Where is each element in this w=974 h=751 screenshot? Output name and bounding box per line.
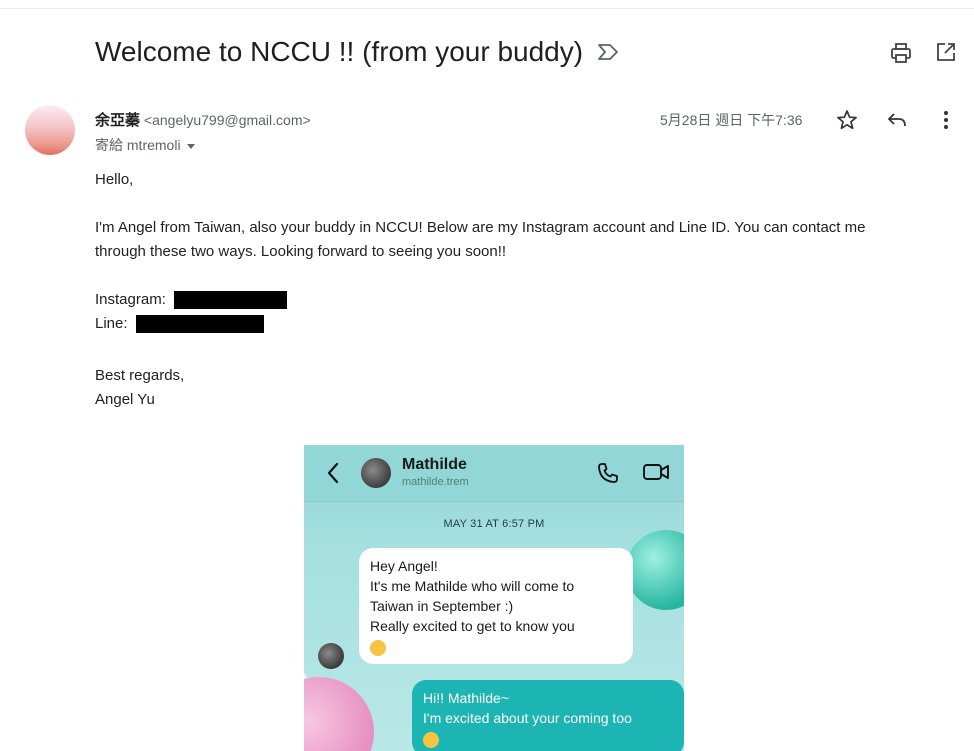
instagram-label: Instagram: xyxy=(95,291,166,308)
star-icon[interactable] xyxy=(835,108,859,132)
redacted-instagram-id xyxy=(174,291,288,310)
contact-name: Mathilde xyxy=(402,456,467,473)
email-signature: Angel Yu xyxy=(95,391,155,408)
outgoing-message-bubble: Hi!! Mathilde~ I'm excited about your co… xyxy=(412,680,684,751)
message-timestamp: MAY 31 AT 6:57 PM xyxy=(443,518,545,530)
header-divider xyxy=(0,8,974,9)
print-icon[interactable] xyxy=(890,42,912,64)
message-line: Taiwan in September :) xyxy=(370,598,514,614)
line-label: Line: xyxy=(95,315,128,332)
recipient-label: 寄給 mtremoli xyxy=(95,137,181,153)
contact-handle: mathilde.trem xyxy=(402,476,469,488)
lollipop-decoration xyxy=(304,677,374,751)
email-date: 5月28日 週日 下午7:36 xyxy=(660,112,803,128)
sender-email: <angelyu799@gmail.com> xyxy=(143,112,311,128)
email-subject: Welcome to NCCU !! (from your buddy) xyxy=(95,36,584,67)
line-row: Line: xyxy=(95,312,264,336)
chat-header: Mathilde mathilde.trem xyxy=(304,445,684,502)
message-sender-avatar xyxy=(318,643,344,669)
lollipop-decoration xyxy=(626,530,684,610)
recipient-details[interactable]: 寄給 mtremoli xyxy=(95,135,195,155)
video-call-icon xyxy=(643,464,669,480)
redacted-line-id xyxy=(135,315,264,334)
open-in-new-window-icon[interactable] xyxy=(936,42,956,62)
message-line: I'm excited about your coming too xyxy=(423,710,632,726)
message-line: Hey Angel! xyxy=(370,558,438,574)
grinning-emoji-icon xyxy=(423,732,439,749)
reply-icon[interactable] xyxy=(886,110,908,130)
message-line: Really excited to get to know you xyxy=(370,618,575,634)
chevron-down-icon[interactable] xyxy=(186,143,195,149)
email-closing: Best regards, xyxy=(95,367,185,384)
email-paragraph-line-1: I'm Angel from Taiwan, also your buddy i… xyxy=(95,219,866,236)
instagram-row: Instagram: xyxy=(95,288,288,312)
email-paragraph-line-2: through these two ways. Looking forward … xyxy=(95,243,507,260)
incoming-message-bubble: Hey Angel! It's me Mathilde who will com… xyxy=(359,548,633,665)
email-greeting: Hello, xyxy=(95,171,134,188)
importance-marker-icon[interactable] xyxy=(596,41,620,63)
more-vert-icon[interactable] xyxy=(938,108,954,132)
sender-name[interactable]: 余亞蓁 xyxy=(95,112,140,129)
contact-avatar xyxy=(361,458,391,488)
chat-screenshot[interactable]: Mathilde mathilde.trem MAY 31 AT 6:57 PM… xyxy=(304,445,684,751)
smiling-emoji-icon xyxy=(370,640,386,657)
phone-call-icon xyxy=(598,463,618,483)
back-arrow-icon xyxy=(327,462,339,484)
sender-line: 余亞蓁 <angelyu799@gmail.com> xyxy=(95,109,311,130)
message-line: It's me Mathilde who will come to xyxy=(370,578,575,594)
sender-avatar[interactable] xyxy=(25,105,75,155)
message-line: Hi!! Mathilde~ xyxy=(423,690,509,706)
